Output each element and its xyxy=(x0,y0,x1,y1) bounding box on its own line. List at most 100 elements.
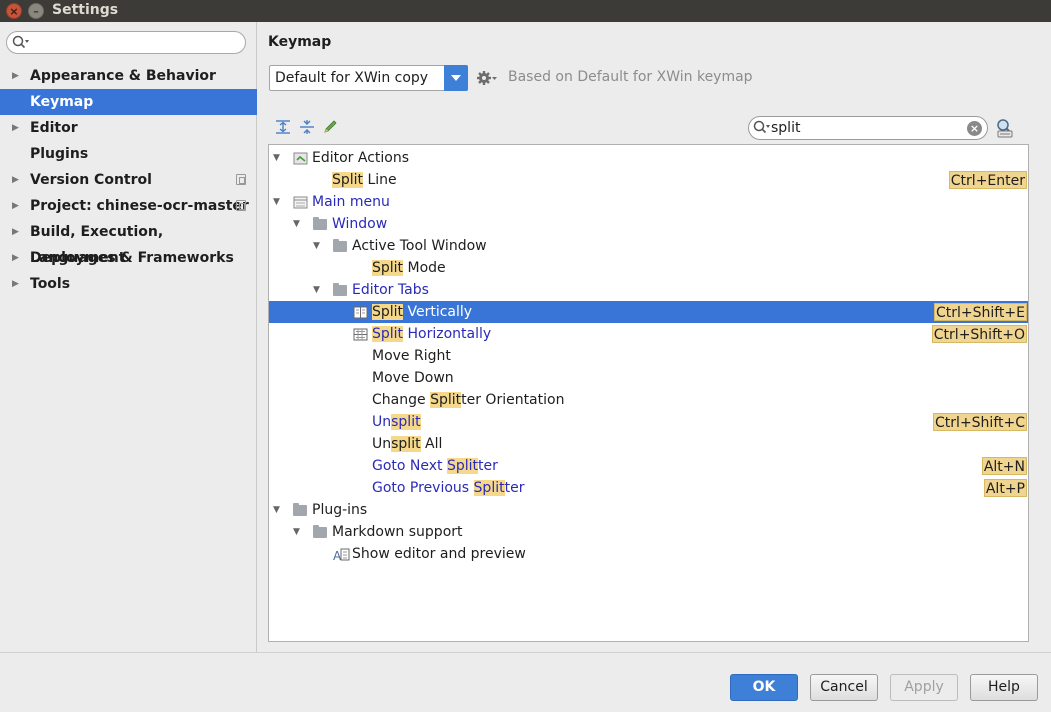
tree-row[interactable]: ▼ Window xyxy=(269,213,1028,235)
keymap-actions-tree[interactable]: ▼ Editor Actions Split Line Ctrl+Enter ▼ Main… xyxy=(268,144,1029,642)
tree-row[interactable]: Split Line Ctrl+Enter xyxy=(269,169,1028,191)
sidebar-item[interactable]: Keymap xyxy=(0,89,257,115)
sidebar-item-label: Keymap xyxy=(30,94,94,110)
tree-row[interactable]: Move Right xyxy=(269,345,1028,367)
find-by-shortcut-icon[interactable] xyxy=(995,118,1015,138)
label-text: ter Orientation xyxy=(461,392,565,408)
sidebar-item[interactable]: ▶ Version Control xyxy=(0,167,257,193)
collapse-arrow-icon[interactable]: ▼ xyxy=(273,499,280,521)
keymap-search-input[interactable] xyxy=(771,119,961,137)
expand-arrow-icon[interactable]: ▶ xyxy=(12,245,19,271)
expand-arrow-icon[interactable]: ▶ xyxy=(12,219,19,245)
tree-row-label: Move Right xyxy=(372,345,451,367)
keymap-scheme-value: Default for XWin copy xyxy=(275,70,429,86)
keymap-search-box[interactable]: × xyxy=(748,116,988,140)
gear-icon[interactable] xyxy=(476,69,498,87)
search-match-highlight: Split xyxy=(372,326,404,342)
sidebar-item-label: Appearance & Behavior xyxy=(30,68,216,84)
collapse-arrow-icon[interactable]: ▼ xyxy=(313,279,320,301)
expand-arrow-icon[interactable]: ▶ xyxy=(12,193,19,219)
search-match-highlight: Split xyxy=(332,172,364,188)
collapse-arrow-icon[interactable]: ▼ xyxy=(273,191,280,213)
label-text: ter xyxy=(478,458,498,474)
tree-row[interactable]: Goto Next Splitter Alt+N xyxy=(269,455,1028,477)
shortcut-badge: Ctrl+Enter xyxy=(948,171,1027,189)
keymap-scheme-select[interactable]: Default for XWin copy xyxy=(269,65,468,91)
tree-row[interactable]: ▼ Markdown support xyxy=(269,521,1028,543)
apply-button[interactable]: Apply xyxy=(890,674,958,701)
tree-row[interactable]: ▼ Plug-ins xyxy=(269,499,1028,521)
sidebar-item-label: Project: chinese-ocr-master xyxy=(30,198,249,214)
sidebar-item[interactable]: ▶ Tools xyxy=(0,271,257,297)
collapse-arrow-icon[interactable]: ▼ xyxy=(293,213,300,235)
label-text: Active Tool Window xyxy=(352,238,487,254)
project-level-icon xyxy=(236,200,246,211)
tree-row[interactable]: Unsplit All xyxy=(269,433,1028,455)
tree-row[interactable]: Change Splitter Orientation xyxy=(269,389,1028,411)
tree-row[interactable]: ▼ Main menu xyxy=(269,191,1028,213)
tree-row[interactable]: ▼ Active Tool Window xyxy=(269,235,1028,257)
label-text: Mode xyxy=(403,260,446,276)
collapse-arrow-icon[interactable]: ▼ xyxy=(293,521,300,543)
sidebar-item[interactable]: ▶ Build, Execution, Deployment xyxy=(0,219,257,266)
tree-row-label: Active Tool Window xyxy=(352,235,487,257)
editor-preview-icon: A xyxy=(333,547,351,569)
label-text: All xyxy=(420,436,443,452)
help-button[interactable]: Help xyxy=(970,674,1038,701)
tree-row[interactable]: Move Down xyxy=(269,367,1028,389)
expand-arrow-icon[interactable]: ▶ xyxy=(12,115,19,141)
search-icon xyxy=(12,35,29,49)
ok-button[interactable]: OK xyxy=(730,674,798,701)
tree-row-label: Unsplit All xyxy=(372,433,442,455)
label-text: Editor Actions xyxy=(312,150,410,166)
tree-row[interactable]: Goto Previous Splitter Alt+P xyxy=(269,477,1028,499)
clear-search-icon[interactable]: × xyxy=(967,121,982,136)
label-text: Goto Previous xyxy=(372,480,474,496)
cancel-button[interactable]: Cancel xyxy=(810,674,878,701)
tree-row-label: Split Horizontally xyxy=(372,323,491,345)
collapse-arrow-icon[interactable]: ▼ xyxy=(313,235,320,257)
collapse-arrow-icon[interactable]: ▼ xyxy=(273,147,280,169)
label-text: Move Down xyxy=(372,370,454,386)
label-text: Move Right xyxy=(372,348,451,364)
shortcut-badge: Ctrl+Shift+O xyxy=(931,325,1027,343)
label-text: ter xyxy=(504,480,525,496)
label-text: Show editor and preview xyxy=(352,546,526,562)
tree-row[interactable]: Split Vertically Ctrl+Shift+E xyxy=(269,301,1028,323)
sidebar-item[interactable]: ▶ Project: chinese-ocr-master xyxy=(0,193,257,219)
shortcut-badge: Alt+N xyxy=(981,457,1027,475)
label-text: Plug-ins xyxy=(312,502,368,518)
tree-row[interactable]: A Show editor and preview xyxy=(269,543,1028,565)
tree-row[interactable]: Split Horizontally Ctrl+Shift+O xyxy=(269,323,1028,345)
tree-row[interactable]: ▼ Editor Tabs xyxy=(269,279,1028,301)
tree-row-label: Markdown support xyxy=(332,521,463,543)
tree-row[interactable]: Unsplit Ctrl+Shift+C xyxy=(269,411,1028,433)
expand-arrow-icon[interactable]: ▶ xyxy=(12,167,19,193)
label-text: Goto Next xyxy=(372,458,447,474)
tree-row[interactable]: Split Mode xyxy=(269,257,1028,279)
expand-all-icon[interactable] xyxy=(274,119,292,135)
shortcut-badge: Alt+P xyxy=(983,479,1027,497)
expand-arrow-icon[interactable]: ▶ xyxy=(12,63,19,89)
search-match-highlight: Split xyxy=(473,480,505,496)
tree-row-label: Move Down xyxy=(372,367,454,389)
sidebar-item[interactable]: Plugins xyxy=(0,141,257,167)
expand-arrow-icon[interactable]: ▶ xyxy=(12,271,19,297)
page-title: Keymap xyxy=(268,34,332,50)
chevron-down-icon[interactable] xyxy=(444,65,468,91)
label-text: Horizontally xyxy=(403,326,492,342)
label-text: Un xyxy=(372,414,392,430)
tree-row[interactable]: ▼ Editor Actions xyxy=(269,147,1028,169)
shortcut-badge: Ctrl+Shift+E xyxy=(933,303,1027,321)
edit-pencil-icon[interactable] xyxy=(322,119,340,135)
tree-row-label: Split Line xyxy=(332,169,397,191)
minimize-window-icon[interactable]: – xyxy=(28,3,44,19)
search-match-highlight: split xyxy=(391,436,421,452)
settings-search-input[interactable] xyxy=(6,31,246,54)
sidebar-item[interactable]: ▶ Editor xyxy=(0,115,257,141)
close-window-icon[interactable]: × xyxy=(6,3,22,19)
collapse-all-icon[interactable] xyxy=(298,119,316,135)
tree-row-label: Main menu xyxy=(312,191,390,213)
sidebar-item[interactable]: ▶ Appearance & Behavior xyxy=(0,63,257,89)
sidebar-item[interactable]: ▶ Languages & Frameworks xyxy=(0,245,257,271)
